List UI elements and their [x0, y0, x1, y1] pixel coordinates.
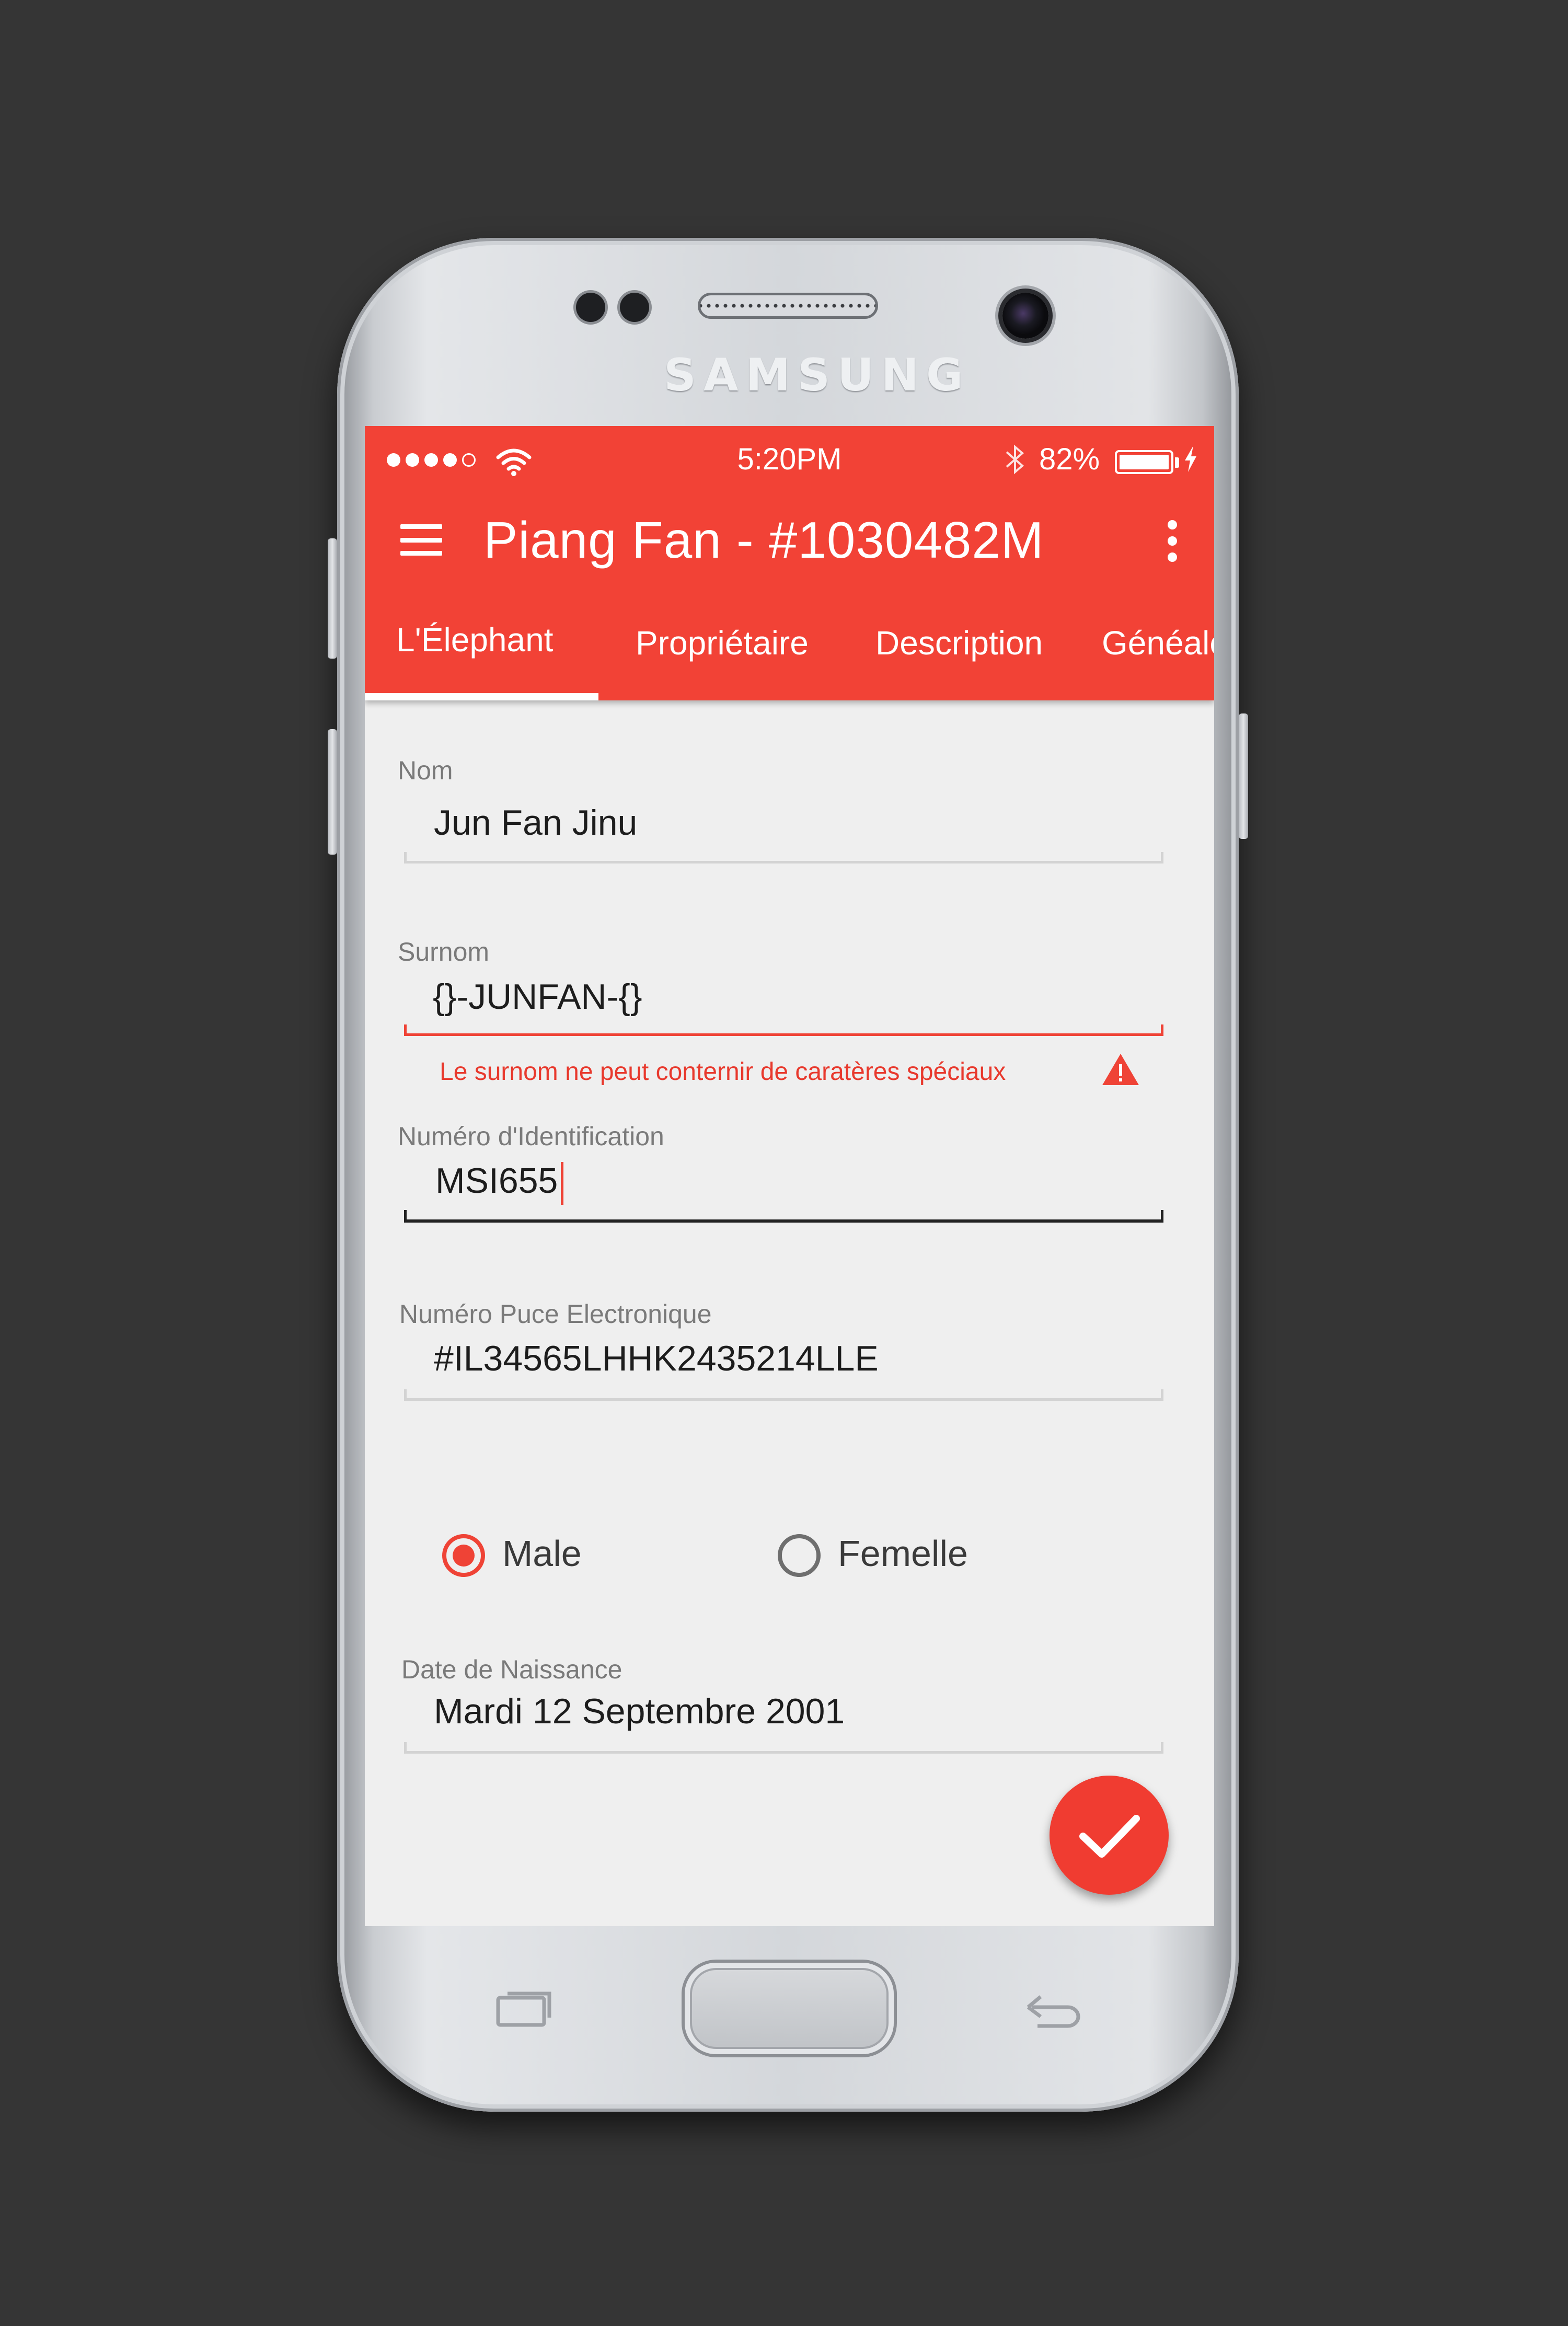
identification-input[interactable]: MSI655	[435, 1160, 564, 1205]
earpiece-speaker	[698, 293, 878, 319]
tab-genealogie[interactable]: Généalo	[1102, 624, 1214, 662]
tab-description[interactable]: Description	[875, 624, 1043, 662]
naissance-input[interactable]: Mardi 12 Septembre 2001	[434, 1691, 845, 1732]
surnom-underline	[404, 1033, 1163, 1036]
toolbar: Piang Fan - #1030482M	[365, 494, 1214, 593]
tab-elephant[interactable]: L'Élephant	[396, 620, 553, 659]
puce-label: Numéro Puce Electronique	[399, 1299, 712, 1329]
volume-button-down	[328, 729, 337, 855]
screen: 5:20PM 82% Piang Fan - #1030482M L'Éleph…	[365, 426, 1214, 1926]
male-label[interactable]: Male	[502, 1533, 582, 1574]
surnom-error: Le surnom ne peut conternir de caratères…	[440, 1058, 1006, 1086]
tab-indicator	[365, 693, 598, 700]
puce-underline-right	[1161, 1389, 1163, 1401]
nom-underline-left	[404, 852, 407, 863]
identification-underline-left	[404, 1210, 407, 1222]
femelle-radio[interactable]	[778, 1534, 821, 1577]
identification-value: MSI655	[435, 1161, 558, 1201]
menu-icon[interactable]	[400, 524, 442, 556]
puce-input[interactable]: #IL34565LHHK2435214LLE	[434, 1338, 879, 1379]
male-radio[interactable]	[442, 1534, 485, 1577]
check-icon	[1079, 1815, 1140, 1858]
naissance-underline	[404, 1751, 1163, 1754]
save-fab-button[interactable]	[1050, 1776, 1169, 1895]
tab-proprietaire[interactable]: Propriétaire	[636, 624, 809, 662]
app-bar: 5:20PM 82% Piang Fan - #1030482M L'Éleph…	[365, 426, 1214, 700]
battery-icon	[1115, 450, 1173, 474]
volume-button-up	[328, 538, 337, 659]
naissance-underline-left	[404, 1742, 407, 1754]
power-button	[1239, 713, 1248, 839]
back-icon[interactable]	[1022, 1986, 1082, 2031]
charging-icon	[1183, 445, 1198, 479]
surnom-underline-right	[1161, 1024, 1163, 1036]
overflow-menu-icon[interactable]	[1167, 520, 1178, 562]
nom-underline-right	[1161, 852, 1163, 863]
brand-logo: SAMSUNG	[664, 349, 971, 401]
light-sensor	[620, 293, 649, 322]
nom-input[interactable]: Jun Fan Jinu	[434, 802, 637, 843]
proximity-sensor	[576, 293, 605, 322]
home-button[interactable]	[685, 1963, 894, 2054]
naissance-underline-right	[1161, 1742, 1163, 1754]
identification-label: Numéro d'Identification	[398, 1122, 664, 1151]
tab-bar: L'Élephant Propriétaire Description Géné…	[365, 593, 1214, 700]
battery-percent: 82%	[1039, 442, 1100, 476]
puce-underline-left	[404, 1389, 407, 1401]
warning-icon	[1101, 1052, 1140, 1090]
nom-underline	[404, 861, 1163, 863]
surnom-input[interactable]: {}-JUNFAN-{}	[433, 976, 642, 1017]
puce-underline	[404, 1398, 1163, 1401]
status-bar: 5:20PM 82%	[365, 426, 1214, 494]
identification-underline	[404, 1219, 1163, 1223]
text-cursor	[561, 1162, 564, 1205]
recent-apps-icon[interactable]	[494, 1986, 554, 2031]
femelle-label[interactable]: Femelle	[838, 1533, 968, 1574]
identification-underline-right	[1161, 1210, 1163, 1222]
surnom-label: Surnom	[398, 937, 490, 966]
front-camera	[1002, 293, 1048, 339]
page-title: Piang Fan - #1030482M	[483, 511, 1044, 569]
bluetooth-icon	[1004, 443, 1027, 483]
nom-label: Nom	[398, 756, 453, 785]
surnom-underline-left	[404, 1024, 407, 1036]
naissance-label: Date de Naissance	[401, 1655, 622, 1684]
battery-tip	[1175, 457, 1179, 468]
